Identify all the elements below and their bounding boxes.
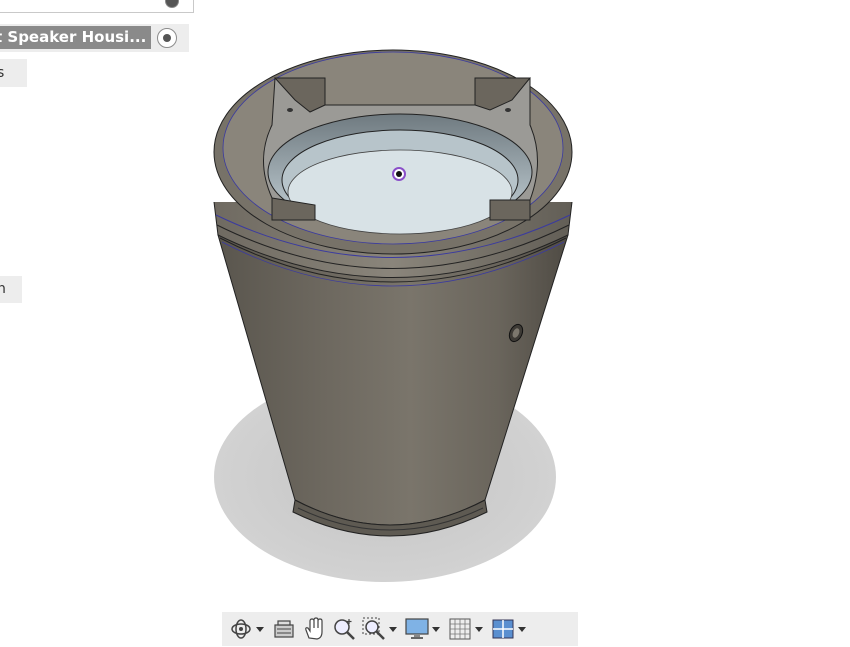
zoom-window-button[interactable] [361,614,400,644]
chevron-down-icon[interactable] [475,626,483,632]
browser-document-row[interactable]: t Speaker Housi... [0,24,189,52]
browser-item-tab[interactable]: n [0,276,22,303]
visibility-toggle-icon[interactable] [165,0,179,8]
look-at-button[interactable] [271,614,297,644]
look-at-icon [274,620,294,638]
chevron-down-icon[interactable] [256,626,264,632]
navigation-toolbar [222,612,578,646]
viewports-button[interactable] [490,614,529,644]
display-settings-icon [405,618,429,639]
browser-item-tab[interactable]: s [0,59,27,87]
document-name-label[interactable]: t Speaker Housi... [0,26,151,49]
model-viewport[interactable] [200,30,610,600]
grid-icon [449,618,471,640]
zoom-window-icon [362,617,385,640]
browser-panel-top [0,0,194,13]
chevron-down-icon[interactable] [389,626,397,632]
pan-icon [305,617,323,640]
grid-settings-button[interactable] [447,614,486,644]
chevron-down-icon[interactable] [518,626,526,632]
zoom-icon [334,619,355,640]
activate-component-radio[interactable] [157,28,177,48]
orbit-icon [231,619,251,639]
orbit-button[interactable] [228,614,267,644]
display-settings-button[interactable] [404,614,443,644]
viewports-icon [492,619,514,639]
pan-button[interactable] [301,614,327,644]
zoom-button[interactable] [331,614,357,644]
chevron-down-icon[interactable] [432,626,440,632]
